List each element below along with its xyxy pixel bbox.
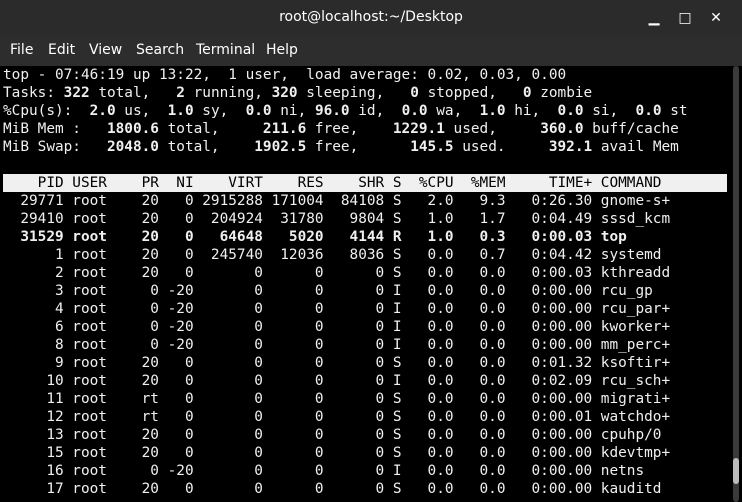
table-row: 17 root 20 0 0 0 0 S 0.0 0.0 0:00.00 kau… [3,481,671,497]
table-row: 31529 root 20 0 64648 5020 4144 R 1.0 0.… [3,229,671,245]
menu-terminal[interactable]: Terminal [196,42,255,58]
terminal-window: root@localhost:~/Desktop ▁ □ ✕ File Edit… [0,0,742,502]
close-button[interactable]: ✕ [706,8,726,28]
menu-file[interactable]: File [10,42,33,58]
table-row: 11 root rt 0 0 0 0 S 0.0 0.0 0:00.00 mig… [3,391,671,407]
title-bar[interactable]: root@localhost:~/Desktop ▁ □ ✕ [0,0,742,36]
tasks-line: Tasks: 322 total, 2 running, 320 sleepin… [3,85,593,101]
process-table-header: PID USER PR NI VIRT RES SHR S %CPU %MEM … [3,174,727,192]
terminal-output[interactable]: top - 07:46:19 up 13:22, 1 user, load av… [0,66,742,502]
process-table-header-text: PID USER PR NI VIRT RES SHR S %CPU %MEM … [3,175,671,191]
table-row: 3 root 0 -20 0 0 0 I 0.0 0.0 0:00.00 rcu… [3,283,671,299]
table-row: 15 root 20 0 0 0 0 S 0.0 0.0 0:00.00 kde… [3,445,671,461]
table-row: 4 root 0 -20 0 0 0 I 0.0 0.0 0:00.00 rcu… [3,301,671,317]
table-row: 6 root 0 -20 0 0 0 I 0.0 0.0 0:00.00 kwo… [3,319,671,335]
scrollbar[interactable] [733,66,739,502]
table-row: 29410 root 20 0 204924 31780 9804 S 1.0 … [3,211,671,227]
menu-search[interactable]: Search [136,42,184,58]
scrollbar-thumb[interactable] [733,458,739,484]
swap-line: MiB Swap: 2048.0 total, 1902.5 free, 145… [3,139,679,155]
table-row: 1 root 20 0 245740 12036 8036 S 0.0 0.7 … [3,247,671,263]
window-title: root@localhost:~/Desktop [279,9,463,25]
cpu-line: %Cpu(s): 2.0 us, 1.0 sy, 0.0 ni, 96.0 id… [3,103,688,119]
minimize-button[interactable]: ▁ [644,8,664,28]
table-row: 16 root 0 -20 0 0 0 I 0.0 0.0 0:00.00 ne… [3,463,671,479]
table-row: 13 root 20 0 0 0 0 S 0.0 0.0 0:00.00 cpu… [3,427,671,443]
table-row: 9 root 20 0 0 0 0 S 0.0 0.0 0:01.32 ksof… [3,355,671,371]
mem-line: MiB Mem : 1800.6 total, 211.6 free, 1229… [3,121,679,137]
table-row: 12 root rt 0 0 0 0 S 0.0 0.0 0:00.01 wat… [3,409,671,425]
menu-bar: File Edit View Search Terminal Help [0,36,742,66]
table-row: 8 root 0 -20 0 0 0 I 0.0 0.0 0:00.00 mm_… [3,337,671,353]
menu-edit[interactable]: Edit [48,42,75,58]
maximize-button[interactable]: □ [675,8,695,28]
table-row: 2 root 20 0 0 0 0 S 0.0 0.0 0:00.03 kthr… [3,265,671,281]
table-row: 10 root 20 0 0 0 0 I 0.0 0.0 0:02.09 rcu… [3,373,671,389]
uptime-line: top - 07:46:19 up 13:22, 1 user, load av… [3,67,567,83]
table-row: 29771 root 20 0 2915288 171004 84108 S 2… [3,193,671,209]
menu-view[interactable]: View [89,42,122,58]
menu-help[interactable]: Help [266,42,298,58]
